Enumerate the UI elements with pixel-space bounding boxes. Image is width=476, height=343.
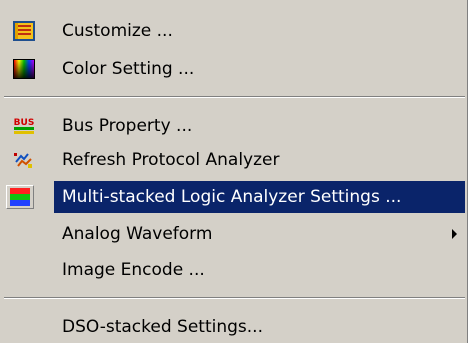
menu-item-bus-property[interactable]: BUS Bus Property ...	[4, 110, 465, 142]
bus-icon-text: BUS	[14, 118, 35, 128]
multi-stacked-icon-frame	[6, 185, 34, 209]
menu-item-label: Bus Property ...	[62, 116, 193, 136]
submenu-arrow-icon	[452, 229, 457, 239]
refresh-protocol-icon	[12, 150, 36, 170]
menu-item-label: Customize ...	[62, 21, 173, 41]
menu-item-color-setting[interactable]: Color Setting ...	[4, 53, 465, 85]
menu-separator	[4, 297, 465, 299]
menu-item-label: Multi-stacked Logic Analyzer Settings ..…	[62, 187, 402, 207]
menu-item-label: Analog Waveform	[62, 224, 213, 244]
context-menu: Customize ... Color Setting ... BUS Bus …	[0, 0, 468, 343]
menu-separator	[4, 96, 465, 98]
menu-item-label: DSO-stacked Settings...	[62, 317, 263, 337]
menu-item-multi-stacked-settings[interactable]: Multi-stacked Logic Analyzer Settings ..…	[54, 181, 465, 213]
multi-stacked-icon	[9, 187, 33, 207]
menu-item-label: Color Setting ...	[62, 59, 195, 79]
bus-property-icon: BUS	[12, 116, 36, 136]
menu-item-label: Image Encode ...	[62, 260, 205, 280]
menu-item-customize[interactable]: Customize ...	[4, 15, 465, 47]
menu-item-label: Refresh Protocol Analyzer	[62, 150, 280, 170]
menu-item-dso-stacked-settings[interactable]: DSO-stacked Settings...	[4, 311, 465, 343]
menu-item-image-encode[interactable]: Image Encode ...	[4, 254, 465, 286]
color-setting-icon	[12, 59, 36, 79]
customize-icon	[12, 21, 36, 41]
menu-item-refresh-protocol-analyzer[interactable]: Refresh Protocol Analyzer	[4, 144, 465, 176]
menu-item-analog-waveform[interactable]: Analog Waveform	[4, 218, 465, 250]
